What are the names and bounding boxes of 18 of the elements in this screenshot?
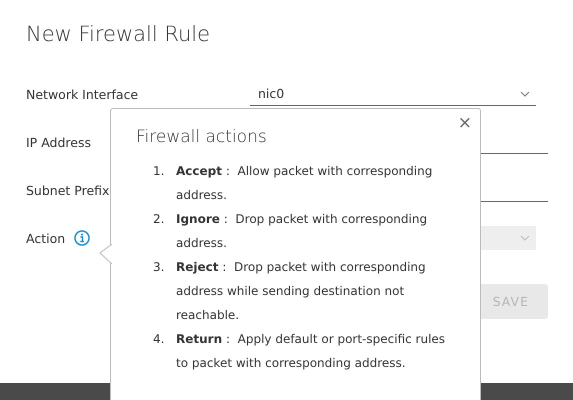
- item-number: 3.: [152, 259, 166, 276]
- item-number: 1.: [152, 163, 166, 180]
- item-description: Reject : Drop packet with corresponding address while sending destination not reachable.: [176, 259, 427, 324]
- select-field[interactable]: nic0: [250, 82, 536, 106]
- popover-title: Firewall actions: [136, 127, 268, 147]
- item-number: 2.: [152, 211, 166, 228]
- item-description: Accept : Allow packet with corresponding address.: [176, 163, 434, 204]
- item-number: 4.: [152, 331, 166, 348]
- close-button[interactable]: ×: [456, 113, 474, 133]
- item-description: Return : Apply default or port-specific rules to packet with corresponding address.: [176, 331, 446, 372]
- field-label: Action: [26, 230, 66, 246]
- field-label: IP Address: [26, 134, 91, 150]
- chevron-icon: [520, 234, 530, 240]
- field-label: Subnet Prefix: [26, 182, 110, 198]
- field-label: Network Interface: [26, 86, 138, 102]
- chevron-icon: [520, 90, 530, 96]
- item-description: Ignore : Drop packet with corresponding address.: [176, 211, 428, 252]
- dialog-title: New Firewall Rule: [26, 22, 212, 46]
